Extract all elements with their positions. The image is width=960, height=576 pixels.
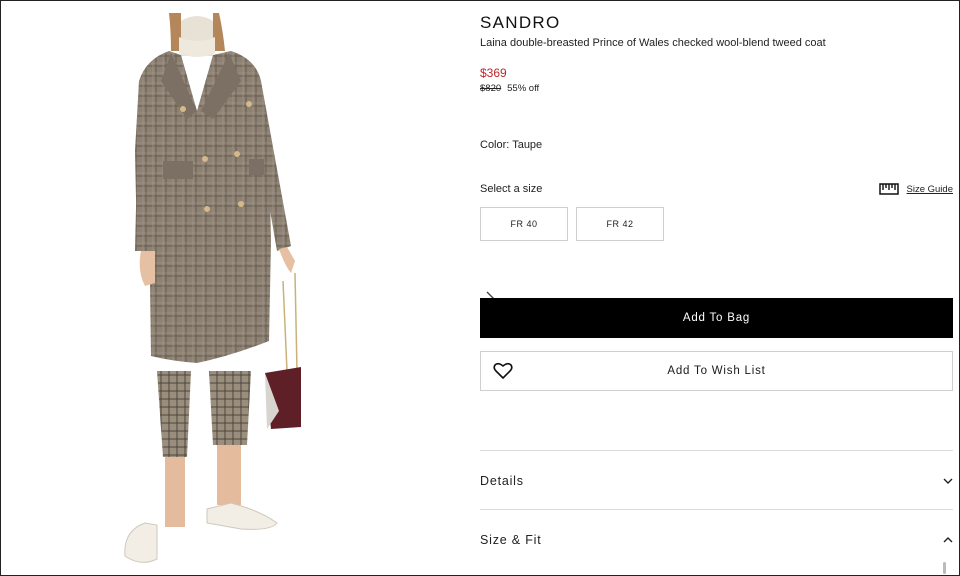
scrollbar-thumb[interactable] (943, 562, 946, 574)
heart-icon (493, 362, 513, 379)
original-price: $820 (480, 83, 502, 94)
chevron-up-icon (943, 537, 953, 543)
size-option-fr-42[interactable]: FR 42 (576, 207, 664, 241)
divider (480, 450, 953, 451)
add-to-wishlist-label: Add To Wish List (667, 365, 766, 377)
size-guide-link[interactable]: Size Guide (878, 183, 953, 195)
price-details: $820 55% off (480, 83, 539, 94)
chevron-down-icon (943, 478, 953, 484)
ruler-icon (878, 183, 899, 195)
product-image (124, 13, 301, 563)
color-label: Color: Taupe (480, 139, 543, 151)
brand-name[interactable]: SANDRO (480, 13, 561, 33)
product-name: Laina double-breasted Prince of Wales ch… (480, 37, 826, 49)
discount-label: 55% off (507, 83, 540, 94)
divider (480, 509, 953, 510)
sale-price: $369 (480, 66, 507, 80)
size-fit-accordion[interactable]: Size & Fit (480, 525, 953, 555)
add-to-wishlist-button[interactable]: Add To Wish List (480, 351, 953, 391)
product-image-gallery (1, 1, 494, 575)
next-image-button[interactable] (385, 281, 494, 305)
select-size-label: Select a size (480, 183, 543, 195)
size-fit-accordion-label: Size & Fit (480, 533, 542, 547)
size-guide-label[interactable]: Size Guide (907, 184, 953, 195)
add-to-bag-button[interactable]: Add To Bag (480, 298, 953, 338)
details-accordion[interactable]: Details (480, 466, 953, 496)
details-accordion-label: Details (480, 474, 524, 488)
size-option-fr-40[interactable]: FR 40 (480, 207, 568, 241)
